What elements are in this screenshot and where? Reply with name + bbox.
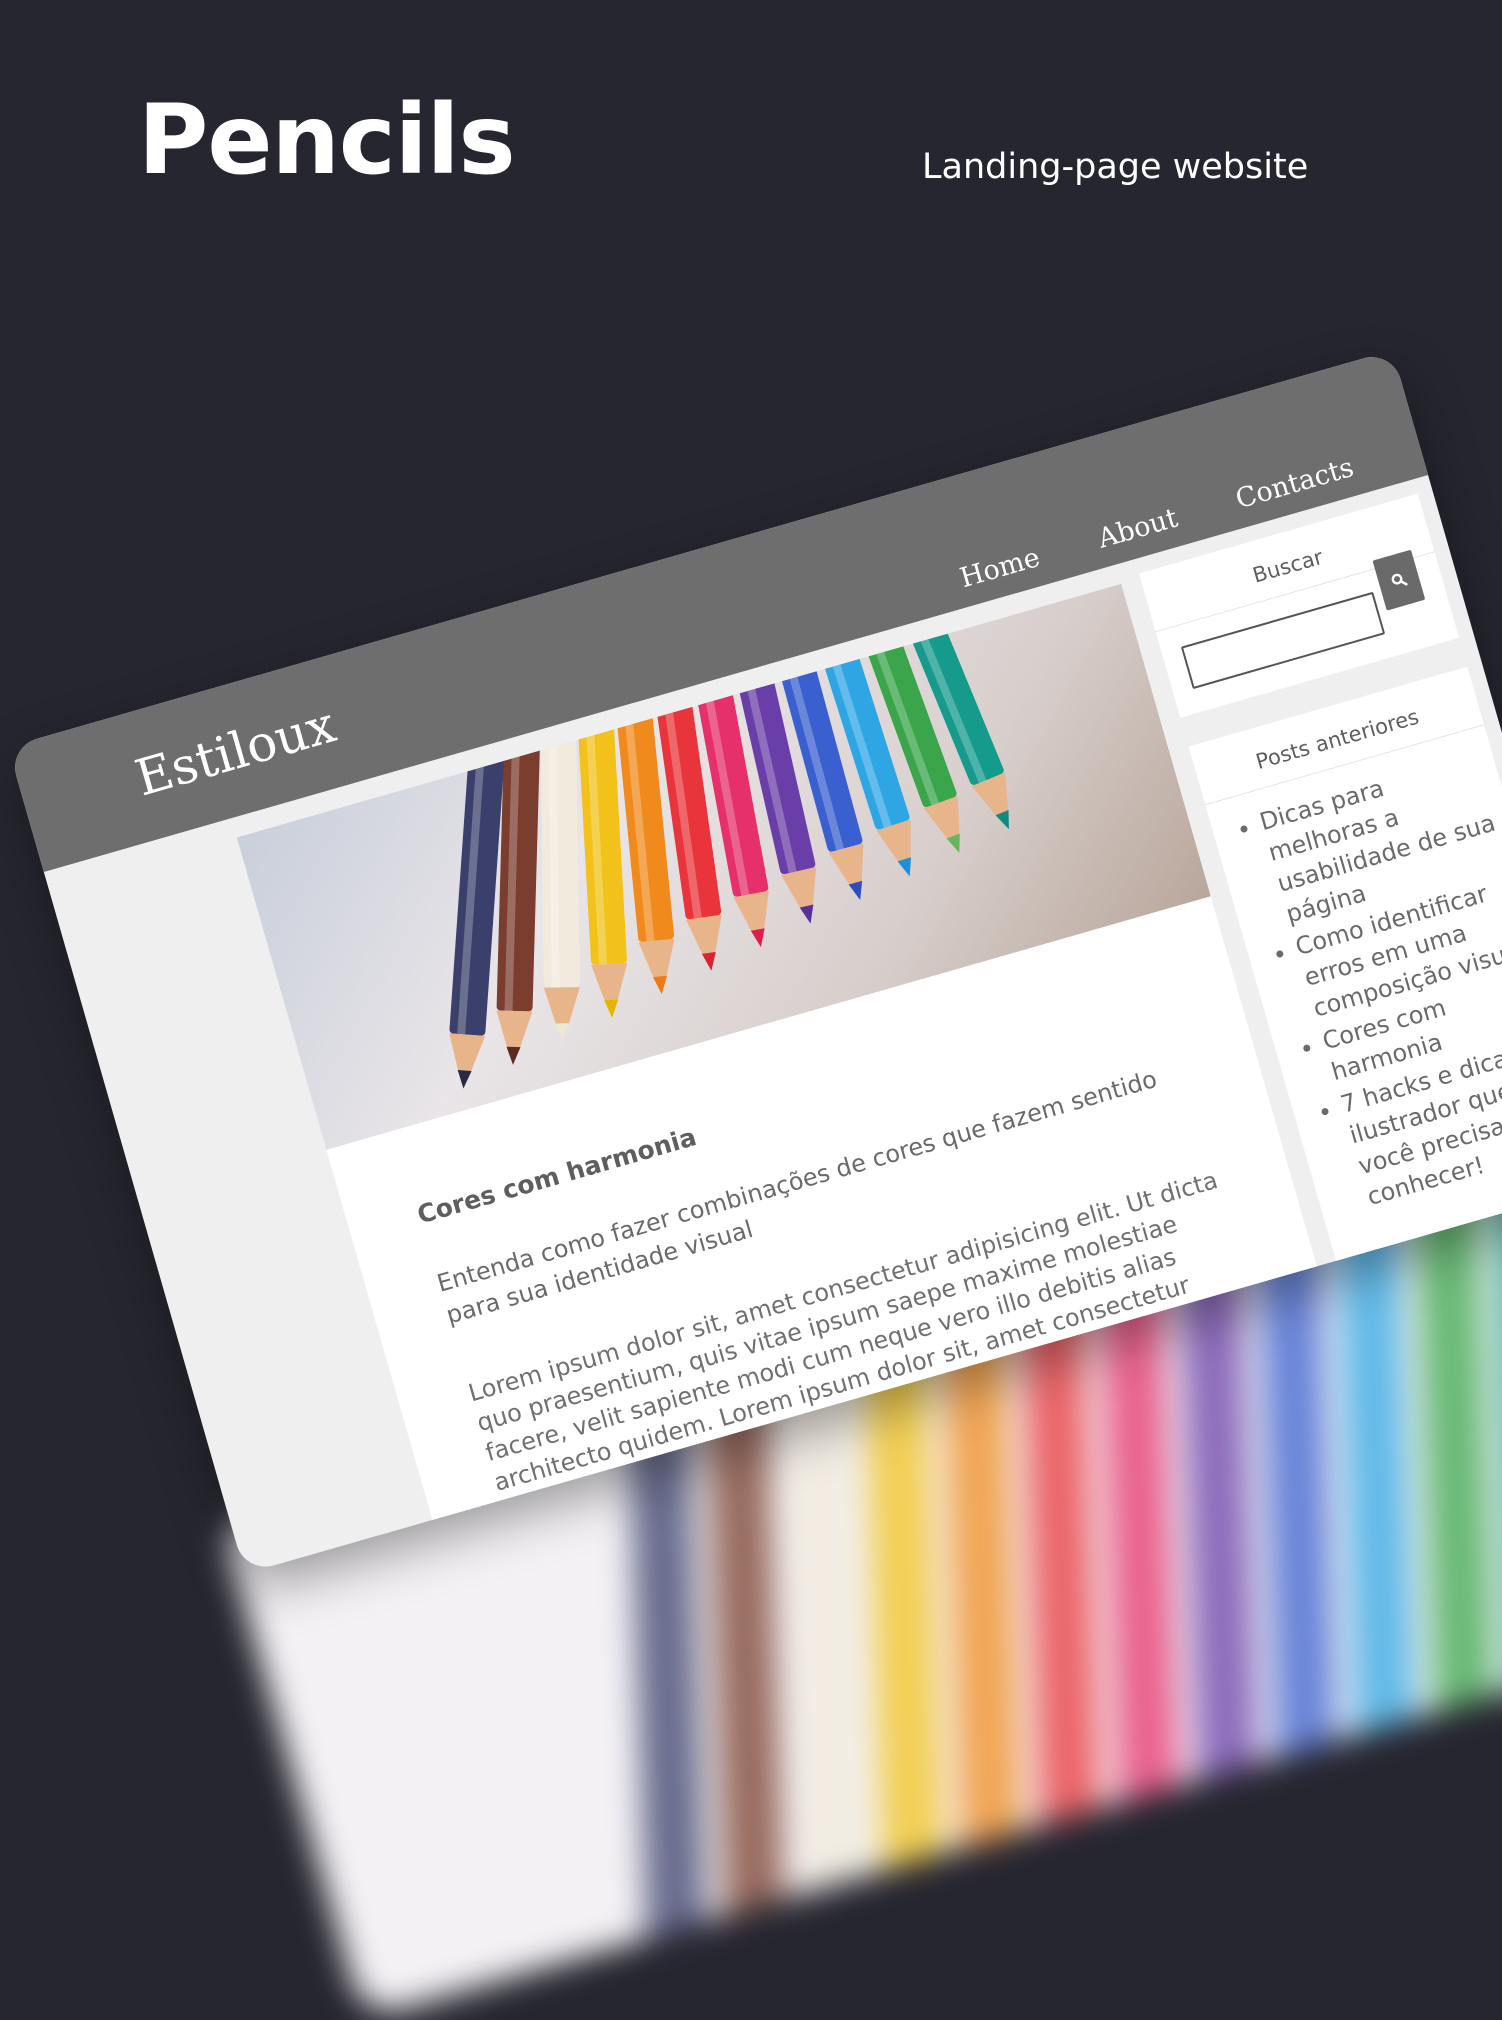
pencil-graphic xyxy=(496,700,542,1065)
nav-contacts-link[interactable]: Contacts xyxy=(1232,452,1357,515)
blurred-pencil-band xyxy=(626,1381,707,1944)
site-logo[interactable]: Estiloux xyxy=(129,695,342,807)
blurred-pencil-band xyxy=(1020,1268,1101,1831)
presentation-title: Pencils xyxy=(138,84,516,196)
blurred-pencil-band xyxy=(1415,1155,1495,1718)
blurred-pencil-band xyxy=(863,1313,943,1876)
nav-about-link[interactable]: About xyxy=(1095,503,1182,555)
presentation-subtitle: Landing-page website xyxy=(922,147,1309,187)
nav-home-link[interactable]: Home xyxy=(957,542,1044,594)
pencil-graphic xyxy=(449,724,507,1089)
search-button[interactable] xyxy=(1372,549,1426,611)
blurred-pencil-band xyxy=(705,1358,786,1921)
pencil-graphic xyxy=(539,677,580,1042)
blurred-pencil-band xyxy=(942,1291,1022,1853)
blurred-pencil-band xyxy=(1099,1245,1180,1808)
blurred-pencil-band xyxy=(784,1336,864,1899)
blurred-pencil-band xyxy=(1257,1200,1337,1763)
search-icon xyxy=(1391,573,1408,586)
blurred-pencil-band xyxy=(1336,1178,1416,1740)
blurred-pencil-band xyxy=(1493,1132,1502,1695)
